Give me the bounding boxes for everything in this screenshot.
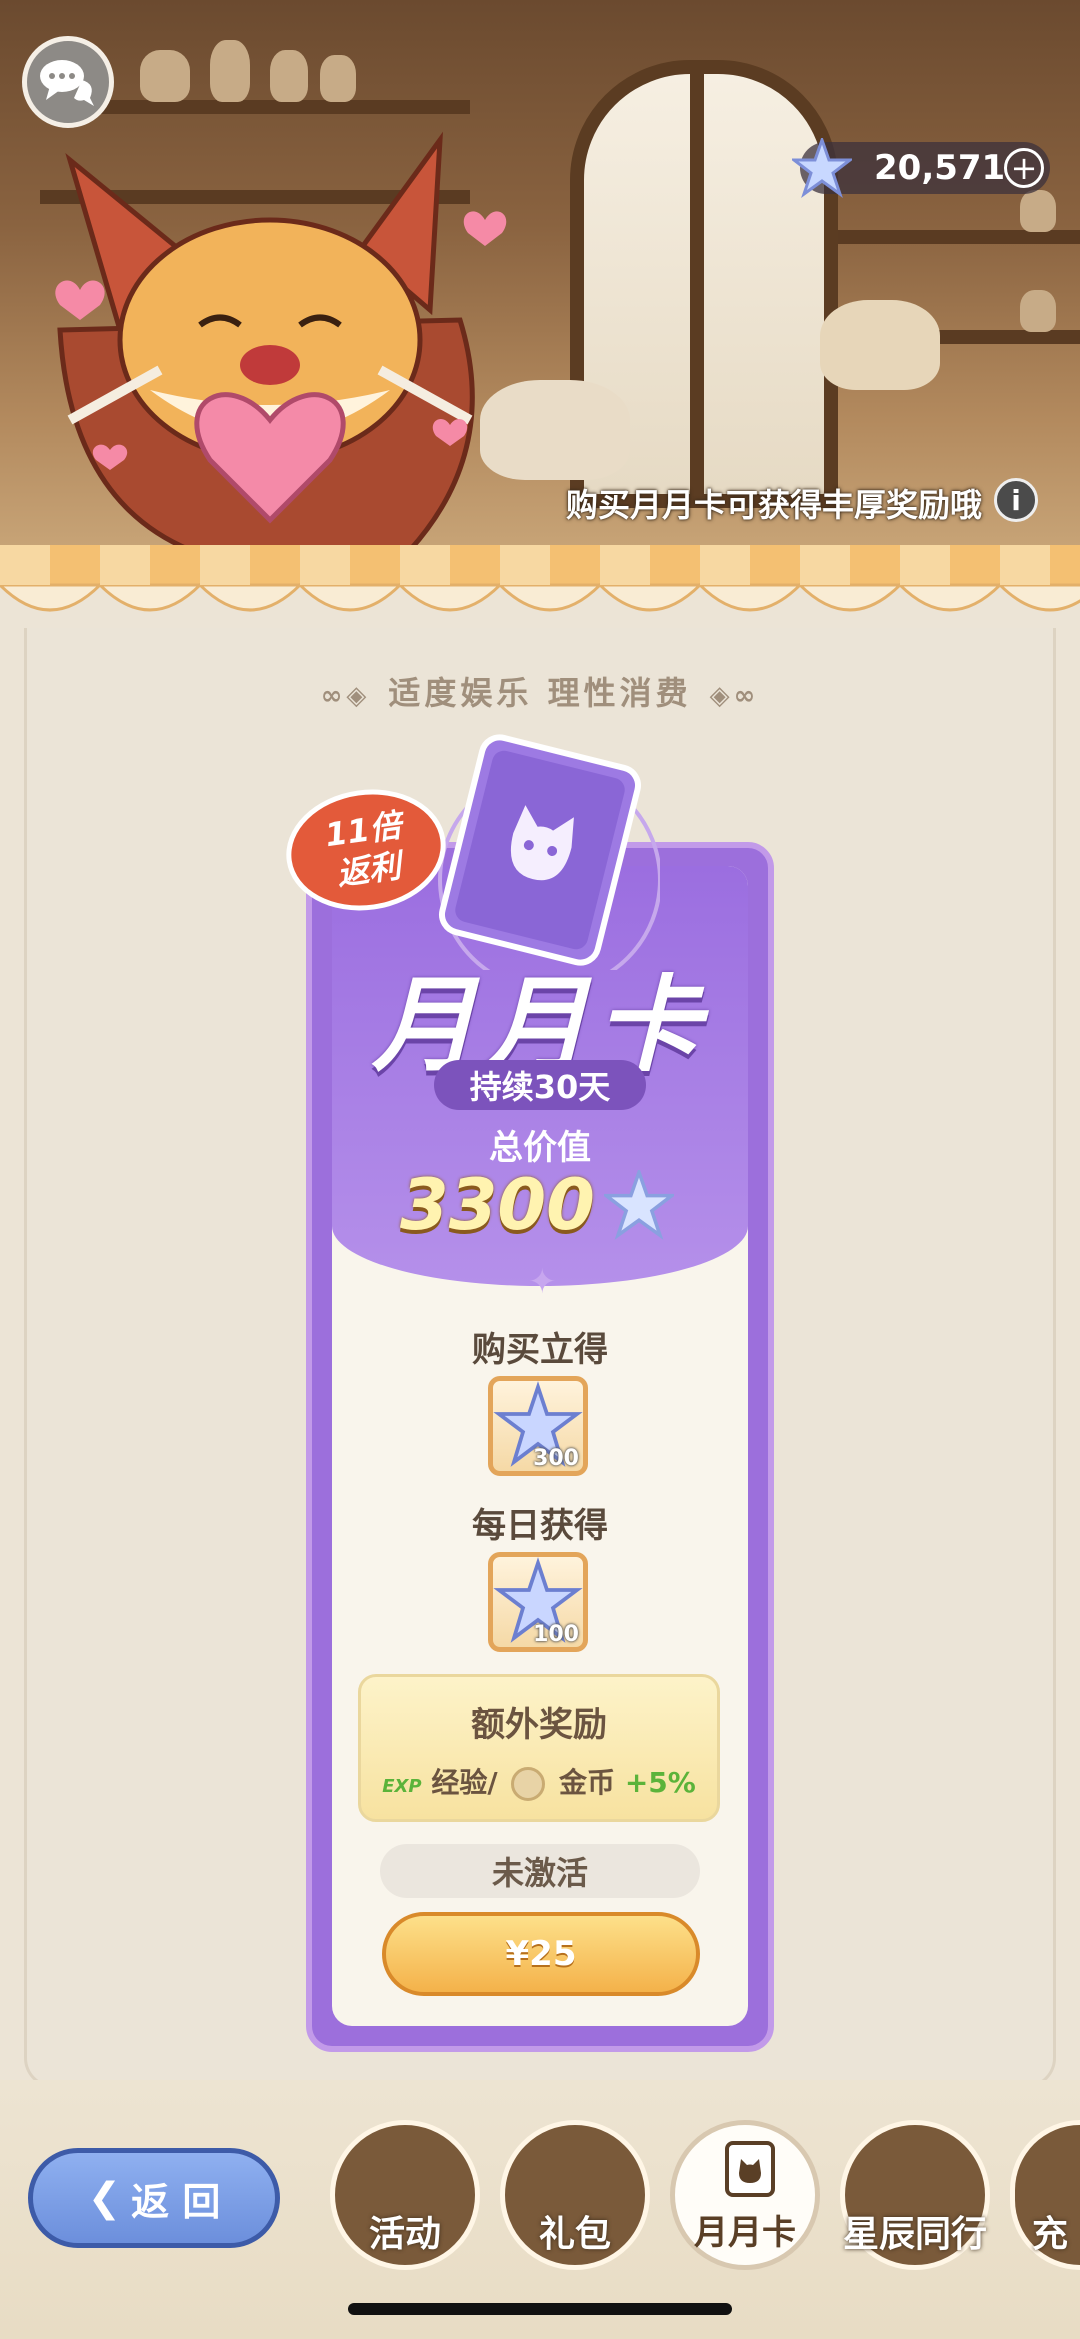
tab-activity[interactable]: 活动 [330, 2120, 480, 2270]
chat-icon [40, 60, 94, 106]
purchase-hint-text: 购买月月卡可获得丰厚奖励哦 [565, 486, 982, 524]
total-value-label: 总价值 [489, 1128, 591, 1168]
chat-button[interactable] [22, 36, 114, 128]
card-emblem-icon [438, 734, 660, 970]
star-gem-icon [792, 138, 852, 198]
tab-star-pass[interactable]: 星辰同行 [840, 2120, 990, 2270]
fox-mascot [55, 131, 507, 553]
tab-label: 活动 [368, 2214, 441, 2255]
daily-reward-label: 每日获得 [472, 1506, 608, 1546]
slogan-text: 适度娱乐 理性消费 [388, 674, 692, 712]
add-gem-button[interactable]: + [1004, 148, 1044, 188]
tab-label: 月月卡 [694, 2213, 796, 2253]
ornament-icon: ◈∞ [709, 681, 760, 711]
bonus-percent: +5% [624, 1766, 696, 1799]
extra-bonus-box: 额外奖励 EXP 经验/ 金币 +5% [358, 1674, 720, 1822]
daily-gem-amount: 100 [533, 1622, 579, 1647]
vase [1020, 290, 1056, 332]
tab-gift-pack[interactable]: 礼包 [500, 2120, 650, 2270]
gold-coin-icon [511, 1767, 546, 1801]
tab-label: 充 [1031, 2214, 1068, 2255]
tab-label: 星辰同行 [842, 2214, 987, 2255]
slogan-row: ∞◈ 适度娱乐 理性消费 ◈∞ [0, 668, 1080, 714]
info-button[interactable]: i [994, 478, 1038, 522]
tab-monthly-card[interactable]: 月月卡 [670, 2120, 820, 2270]
tab-label: 礼包 [538, 2214, 611, 2255]
vase [320, 55, 356, 102]
instant-gem-reward: 300 [488, 1376, 588, 1476]
ornament-icon: ∞◈ [320, 681, 371, 711]
back-label: 返 回 [131, 2179, 221, 2224]
instant-gem-amount: 300 [533, 1446, 579, 1471]
daily-gem-reward: 100 [488, 1552, 588, 1652]
exp-icon: EXP [382, 1776, 422, 1797]
buy-price-button[interactable]: ¥25 [382, 1912, 700, 1996]
activation-status: 未激活 [380, 1844, 700, 1898]
extra-bonus-title: 额外奖励 [471, 1705, 607, 1745]
monthly-card-icon [725, 2141, 775, 2197]
shelf [70, 100, 470, 114]
gem-count: 20,571 [874, 148, 1006, 188]
home-indicator [348, 2303, 732, 2315]
vase [270, 50, 308, 102]
card-duration: 持续30天 [434, 1060, 646, 1110]
vase [1020, 190, 1056, 232]
instant-reward-label: 购买立得 [472, 1330, 608, 1370]
sofa [820, 300, 940, 390]
star-gem-icon [604, 1170, 674, 1240]
total-value: 3300 [400, 1164, 595, 1246]
gold-label: 金币 [559, 1766, 616, 1799]
shelf [820, 230, 1080, 244]
back-arrow-icon: ❮ [87, 2175, 122, 2221]
extra-bonus-detail: EXP 经验/ 金币 +5% [361, 1761, 717, 1801]
sparkle-icon: ✦ [528, 1262, 557, 1302]
vase [210, 40, 250, 102]
exp-label: 经验/ [431, 1766, 498, 1799]
vase [140, 50, 190, 102]
back-button[interactable]: ❮ 返 回 [28, 2148, 280, 2248]
